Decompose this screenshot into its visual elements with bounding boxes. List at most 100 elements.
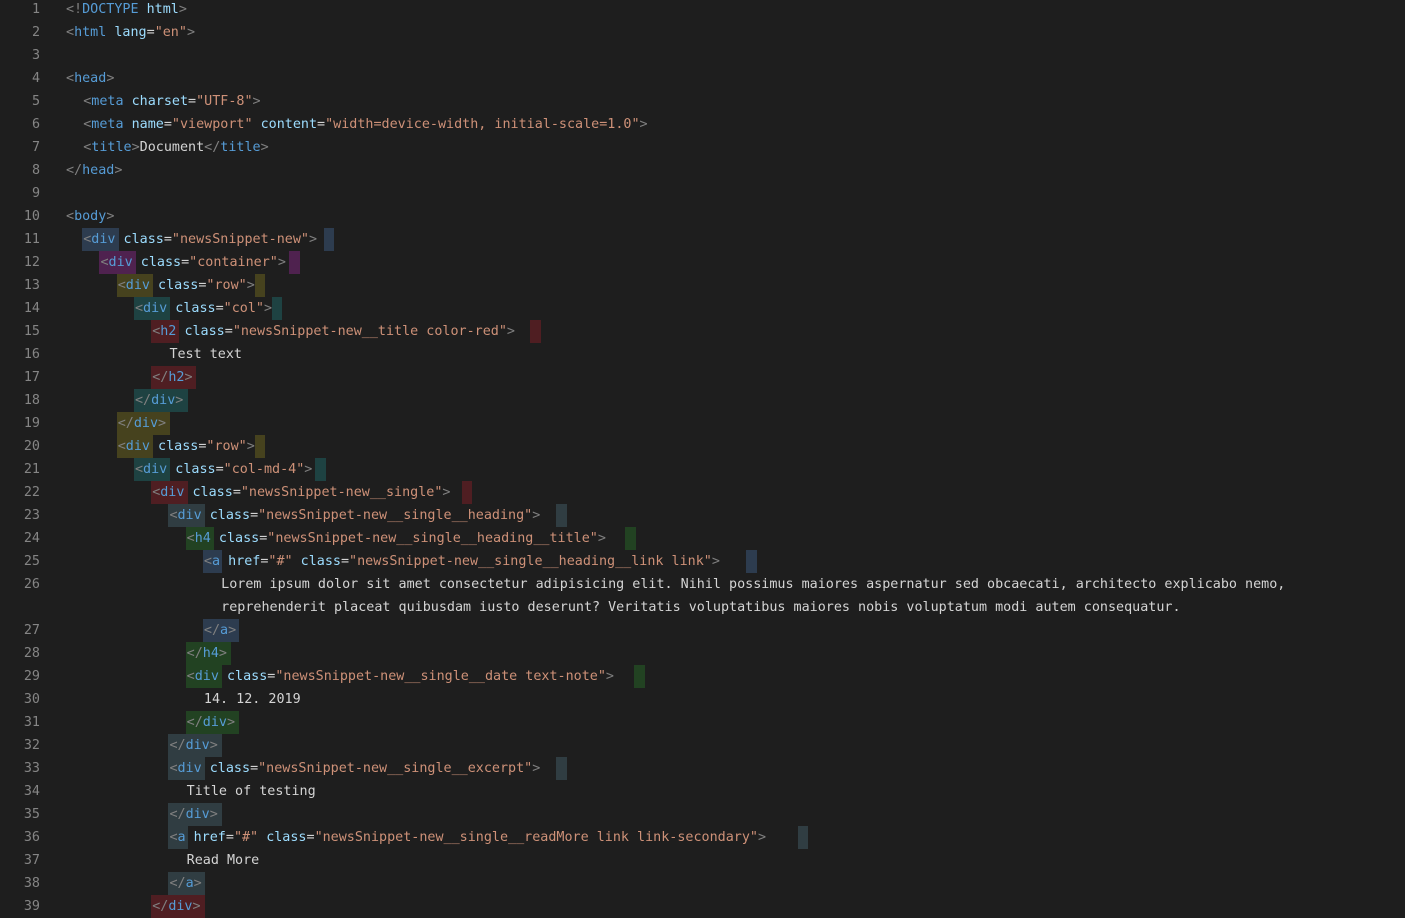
code-line[interactable]: <div class="newsSnippet-new__single__exc… bbox=[168, 757, 567, 780]
code-line[interactable]: Title of testing bbox=[187, 780, 316, 803]
bracket-match-highlight bbox=[530, 320, 542, 343]
code-token: < bbox=[117, 439, 126, 454]
code-token: charset bbox=[131, 94, 189, 109]
line-number: 4 bbox=[31, 71, 40, 86]
code-line[interactable]: <div class="col-md-4"> bbox=[133, 458, 326, 481]
code-token: class bbox=[300, 554, 341, 569]
code-token: "viewport" bbox=[171, 117, 261, 132]
code-line[interactable]: </head> bbox=[66, 159, 122, 182]
code-line[interactable]: 14. 12. 2019 bbox=[204, 688, 301, 711]
code-token: a bbox=[185, 876, 194, 891]
code-line[interactable]: <h2 class="newsSnippet-new__title color-… bbox=[151, 320, 542, 343]
code-token: lang bbox=[114, 25, 147, 40]
line-number: 14 bbox=[23, 301, 40, 316]
code-token: "newsSnippet-new__single__heading" bbox=[258, 508, 533, 523]
code-token: h4 bbox=[194, 531, 219, 546]
code-token: div bbox=[177, 761, 210, 776]
code-token: > bbox=[442, 485, 451, 500]
bracket-match-highlight bbox=[556, 504, 567, 527]
code-line[interactable]: <meta charset="UTF-8"> bbox=[83, 90, 260, 113]
line-number: 26 bbox=[23, 577, 40, 592]
code-line[interactable]: </div> bbox=[151, 895, 205, 918]
code-line[interactable]: </a> bbox=[168, 872, 205, 895]
code-token: href bbox=[193, 830, 226, 845]
line-number: 33 bbox=[23, 761, 40, 776]
code-token: = bbox=[224, 324, 233, 339]
code-token: class bbox=[192, 485, 233, 500]
code-line[interactable]: <div class="row"> bbox=[116, 274, 266, 297]
line-number: 16 bbox=[23, 347, 40, 362]
code-line[interactable]: <div class="container"> bbox=[99, 251, 300, 274]
code-line[interactable]: <div class="row"> bbox=[116, 435, 266, 458]
code-token: > bbox=[277, 255, 286, 270]
code-line[interactable]: Test text bbox=[169, 343, 242, 366]
bracket-match-highlight bbox=[461, 481, 473, 504]
code-token: > bbox=[175, 393, 184, 408]
bracket-match-highlight bbox=[556, 757, 567, 780]
code-token: class bbox=[123, 232, 164, 247]
code-line[interactable]: <title>Document</title> bbox=[83, 136, 268, 159]
line-number: 9 bbox=[31, 186, 40, 201]
code-line[interactable]: <div class="newsSnippet-new__single__hea… bbox=[168, 504, 567, 527]
code-line[interactable]: </a> bbox=[202, 619, 240, 642]
code-line[interactable]: <h4 class="newsSnippet-new__single__head… bbox=[185, 527, 636, 550]
code-editor[interactable]: 1 <!DOCTYPE html> 2 <html lang="en"> 3 4 <head… bbox=[0, 0, 1405, 918]
code-token: body bbox=[74, 209, 107, 224]
code-token: </ bbox=[134, 393, 152, 408]
code-token: head bbox=[74, 71, 107, 86]
code-token: "newsSnippet-new__single__heading__title… bbox=[267, 531, 598, 546]
line-number: 27 bbox=[23, 623, 40, 638]
code-token: < bbox=[169, 830, 178, 845]
code-line[interactable]: <html lang="en"> bbox=[66, 21, 195, 44]
code-token: href bbox=[228, 554, 261, 569]
code-token: = bbox=[225, 830, 234, 845]
code-token: = bbox=[232, 485, 241, 500]
code-line[interactable]: <meta name="viewport" content="width=dev… bbox=[83, 113, 647, 136]
code-token: > bbox=[114, 163, 123, 178]
code-line[interactable]: </div> bbox=[185, 711, 240, 734]
bracket-match-highlight bbox=[271, 297, 283, 320]
code-line[interactable]: </div> bbox=[168, 803, 223, 826]
line-number: 15 bbox=[23, 324, 40, 339]
code-line[interactable]: </div> bbox=[116, 412, 171, 435]
code-line[interactable]: </h2> bbox=[151, 366, 197, 389]
code-line[interactable]: <div class="newsSnippet-new"> bbox=[82, 228, 335, 251]
code-line[interactable]: reprehenderit placeat quibusdam iusto de… bbox=[221, 596, 1180, 619]
code-token: Document bbox=[139, 140, 205, 155]
line-number: 39 bbox=[23, 899, 40, 914]
code-line[interactable]: <a href="#" class="newsSnippet-new__sing… bbox=[168, 826, 809, 849]
code-token: h2 bbox=[168, 370, 185, 385]
line-number: 20 bbox=[23, 439, 40, 454]
code-line[interactable]: <div class="col"> bbox=[133, 297, 283, 320]
code-token: "container" bbox=[189, 255, 278, 270]
code-token: "newsSnippet-new__single__excerpt" bbox=[258, 761, 533, 776]
code-token: = bbox=[250, 761, 259, 776]
code-line[interactable]: <div class="newsSnippet-new__single"> bbox=[151, 481, 473, 504]
code-token: < bbox=[117, 278, 126, 293]
code-line[interactable]: </h4> bbox=[185, 642, 231, 665]
code-line[interactable]: <!DOCTYPE html> bbox=[66, 0, 187, 21]
code-line[interactable]: <body> bbox=[66, 205, 114, 228]
code-token: Read More bbox=[186, 853, 260, 868]
line-number: 38 bbox=[23, 876, 40, 891]
code-line[interactable]: Read More bbox=[187, 849, 260, 872]
code-token: div bbox=[185, 807, 210, 822]
code-line[interactable]: Lorem ipsum dolor sit amet consectetur a… bbox=[221, 573, 1285, 596]
code-token: < bbox=[203, 554, 212, 569]
code-token: div bbox=[91, 232, 124, 247]
code-line[interactable]: <a href="#" class="newsSnippet-new__sing… bbox=[202, 550, 757, 573]
code-line[interactable]: <div class="newsSnippet-new__single__dat… bbox=[185, 665, 645, 688]
code-line[interactable]: <head> bbox=[66, 67, 114, 90]
code-token: title bbox=[220, 140, 261, 155]
code-line[interactable]: </div> bbox=[168, 734, 223, 757]
code-token: class bbox=[175, 462, 216, 477]
code-token: "col-md-4" bbox=[223, 462, 305, 477]
code-token: html bbox=[74, 25, 115, 40]
bracket-match-highlight bbox=[323, 228, 335, 251]
line-number: 31 bbox=[23, 715, 40, 730]
code-token: class bbox=[209, 508, 251, 523]
code-line[interactable]: </div> bbox=[133, 389, 188, 412]
code-token: Test text bbox=[169, 347, 242, 362]
code-token: > bbox=[228, 623, 237, 638]
line-number: 7 bbox=[31, 140, 40, 155]
